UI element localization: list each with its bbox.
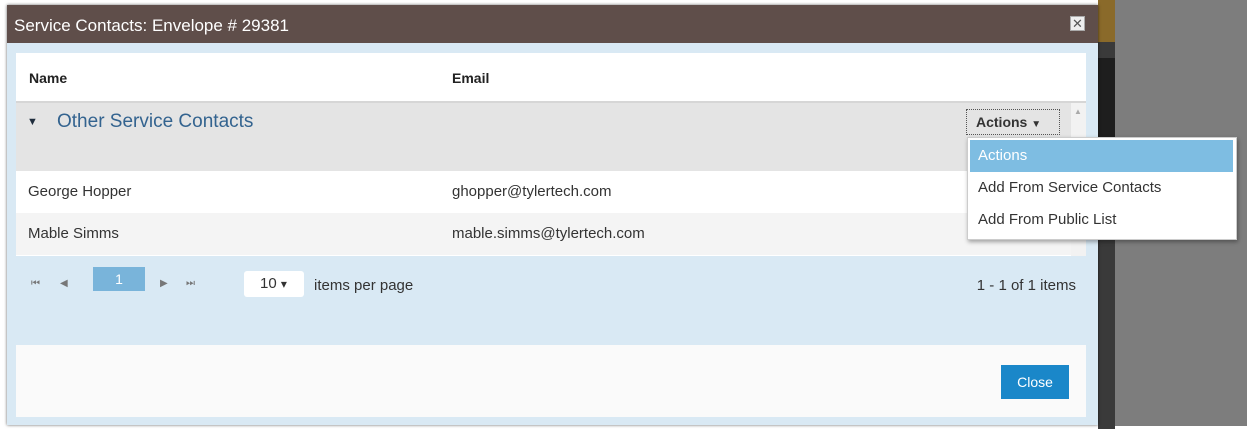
contact-name: George Hopper bbox=[28, 183, 132, 200]
contact-name: Mable Simms bbox=[28, 225, 119, 242]
current-page[interactable]: 1 bbox=[93, 267, 145, 291]
service-contacts-dialog: Service Contacts: Envelope # 29381 ✕ Nam… bbox=[7, 5, 1098, 425]
menu-item-add-from-public-list[interactable]: Add From Public List bbox=[970, 204, 1233, 236]
prev-page-icon[interactable]: ◀ bbox=[60, 278, 68, 289]
page-size-value: 10 bbox=[260, 275, 277, 292]
close-button[interactable]: Close bbox=[1001, 365, 1069, 399]
actions-label: Actions bbox=[976, 114, 1028, 130]
chevron-down-icon: ▾ bbox=[280, 277, 287, 291]
pager-info: 1 - 1 of 1 items bbox=[976, 277, 1076, 294]
menu-item-actions[interactable]: Actions bbox=[970, 140, 1233, 172]
backdrop-accent bbox=[1098, 0, 1115, 42]
group-row: ▼ Other Service Contacts Actions ▼ bbox=[16, 103, 1071, 171]
dialog-title: Service Contacts: Envelope # 29381 bbox=[14, 16, 290, 35]
contact-email: ghopper@tylertech.com bbox=[452, 183, 612, 200]
grid-pager: ⏮ ◀ 1 ▶ ⏭ 10 ▾ items per page 1 - 1 of 1… bbox=[16, 257, 1086, 315]
last-page-icon[interactable]: ⏭ bbox=[186, 278, 195, 289]
column-header-name[interactable]: Name bbox=[29, 70, 67, 86]
scroll-up-icon[interactable]: ▲ bbox=[1074, 107, 1082, 116]
dialog-titlebar: Service Contacts: Envelope # 29381 ✕ bbox=[7, 5, 1098, 43]
page-size-select[interactable]: 10 ▾ bbox=[244, 271, 304, 297]
next-page-icon[interactable]: ▶ bbox=[160, 278, 168, 289]
contacts-grid: Name Email ▼ Other Service Contacts Acti… bbox=[16, 53, 1086, 256]
items-per-page-label: items per page bbox=[314, 277, 414, 294]
dialog-footer: Close bbox=[16, 345, 1086, 417]
collapse-caret-icon[interactable]: ▼ bbox=[27, 116, 38, 128]
first-page-icon[interactable]: ⏮ bbox=[31, 278, 40, 289]
actions-dropdown-button[interactable]: Actions ▼ bbox=[966, 109, 1060, 135]
menu-item-add-from-service-contacts[interactable]: Add From Service Contacts bbox=[970, 172, 1233, 204]
caret-down-icon: ▼ bbox=[1031, 119, 1042, 130]
grid-header: Name Email bbox=[16, 53, 1086, 103]
table-row[interactable]: Mable Simms mable.simms@tylertech.com bbox=[16, 213, 1071, 255]
table-row[interactable]: George Hopper ghopper@tylertech.com bbox=[16, 171, 1071, 213]
contact-email: mable.simms@tylertech.com bbox=[452, 225, 645, 242]
group-label[interactable]: Other Service Contacts bbox=[57, 111, 253, 133]
actions-menu: Actions Add From Service Contacts Add Fr… bbox=[967, 137, 1237, 240]
close-icon[interactable]: ✕ bbox=[1070, 16, 1085, 31]
column-header-email[interactable]: Email bbox=[452, 70, 489, 86]
